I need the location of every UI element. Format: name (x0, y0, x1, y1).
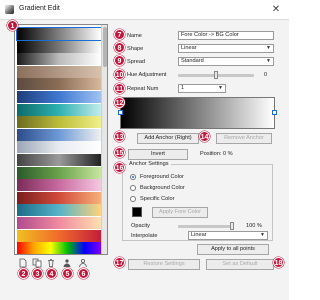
spread-value: Standard (181, 58, 204, 64)
callout-badge-4: 4 (46, 268, 57, 279)
callout-badge-12: 12 (114, 97, 125, 108)
gradient-preset-item[interactable] (17, 242, 101, 254)
shape-value: Linear (181, 45, 197, 51)
gradient-preset-item[interactable] (17, 40, 101, 53)
name-label: Name (127, 33, 142, 39)
callout-badge-16: 16 (114, 162, 125, 173)
callout-badge-9: 9 (114, 55, 125, 66)
callout-badge-17: 17 (114, 257, 125, 268)
repeat-num-label: Repeat Num (127, 86, 159, 92)
preset-toolbar (14, 257, 108, 269)
gradient-preset-item[interactable] (17, 191, 101, 204)
shape-label: Shape (127, 46, 144, 52)
gradient-preset-list[interactable] (14, 24, 108, 255)
radio-foreground-color[interactable] (130, 174, 136, 180)
gradient-app-icon (5, 5, 14, 14)
hue-adjustment-value: 0 (264, 72, 268, 78)
callout-badge-18: 18 (273, 257, 284, 268)
preset-list-scrollbar[interactable] (101, 25, 107, 254)
callout-badge-10: 10 (114, 69, 125, 80)
window-title: Gradient Edit (19, 5, 60, 12)
opacity-thumb[interactable] (230, 222, 234, 230)
gradient-preset-item[interactable] (17, 217, 101, 229)
spread-label: Spread (127, 59, 146, 65)
callout-badge-2: 2 (18, 268, 29, 279)
callout-badge-5: 5 (62, 268, 73, 279)
restore-settings-button[interactable]: Restore Settings (128, 259, 200, 270)
export-preset-icon[interactable] (78, 258, 88, 268)
gradient-preview-bar[interactable] (118, 97, 277, 129)
gradient-preset-item[interactable] (17, 128, 101, 141)
remove-anchor-button[interactable]: Remove Anchor (216, 133, 272, 144)
interpolate-select[interactable]: Linear ▼ (188, 231, 268, 240)
gradient-preset-item[interactable] (17, 229, 101, 242)
gradient-preset-item[interactable] (17, 53, 101, 66)
hue-adjustment-thumb[interactable] (214, 71, 218, 79)
gradient-preset-item[interactable] (17, 78, 101, 91)
background-color-label: Background Color (140, 185, 185, 191)
opacity-slider[interactable] (178, 225, 232, 228)
gradient-preset-item[interactable] (16, 27, 102, 41)
callout-badge-14: 14 (199, 131, 210, 142)
hue-adjustment-label: Hue Adjustment (127, 72, 167, 78)
callout-badge-1: 1 (7, 20, 18, 31)
gradient-preset-item[interactable] (17, 204, 101, 217)
repeat-num-select[interactable]: 1 ▼ (178, 84, 226, 93)
callout-badge-15: 15 (114, 147, 125, 158)
gradient-preset-item[interactable] (17, 65, 101, 78)
foreground-color-label: Foreground Color (140, 174, 184, 180)
specific-color-label: Specific Color (140, 196, 175, 202)
radio-specific-color[interactable] (130, 196, 136, 202)
gradient-preset-item[interactable] (17, 103, 101, 116)
interpolate-label: Interpolate (131, 233, 158, 239)
anchor-settings-title: Anchor Settings (127, 161, 171, 167)
shape-select[interactable]: Linear ▼ (178, 44, 274, 53)
delete-preset-icon[interactable] (46, 258, 56, 268)
chevron-down-icon: ▼ (218, 85, 223, 91)
chevron-down-icon: ▼ (266, 45, 271, 51)
chevron-down-icon: ▼ (260, 232, 265, 238)
radio-background-color[interactable] (130, 185, 136, 191)
callout-badge-13: 13 (114, 131, 125, 142)
set-as-default-button[interactable]: Set as Default (206, 259, 274, 270)
apply-fore-color-button[interactable]: Apply Fore Color (152, 207, 208, 218)
spread-select[interactable]: Standard ▼ (178, 57, 274, 66)
callout-badge-11: 11 (114, 83, 125, 94)
close-icon[interactable]: ✕ (269, 3, 283, 17)
gradient-preset-item[interactable] (17, 91, 101, 103)
opacity-label: Opacity (131, 223, 150, 229)
opacity-value: 100 % (246, 223, 262, 229)
scrollbar-thumb[interactable] (103, 27, 107, 67)
callout-badge-8: 8 (114, 42, 125, 53)
title-bar: Gradient Edit ✕ (0, 0, 289, 20)
invert-button[interactable]: Invert (128, 149, 188, 160)
import-preset-icon[interactable] (62, 258, 72, 268)
gradient-preset-item[interactable] (17, 116, 101, 129)
apply-to-all-points-button[interactable]: Apply to all points (197, 244, 269, 255)
interpolate-value: Linear (191, 232, 207, 238)
chevron-down-icon: ▼ (266, 58, 271, 64)
callout-badge-3: 3 (32, 268, 43, 279)
new-preset-icon[interactable] (18, 258, 28, 268)
repeat-num-value: 1 (181, 85, 185, 91)
specific-color-swatch[interactable] (132, 207, 142, 217)
duplicate-preset-icon[interactable] (32, 258, 42, 268)
gradient-preset-item[interactable] (17, 166, 101, 179)
anchor-end-marker[interactable] (272, 110, 277, 115)
callout-badge-7: 7 (114, 29, 125, 40)
gradient-preset-item[interactable] (17, 154, 101, 166)
anchor-start-marker[interactable] (118, 110, 123, 115)
callout-badge-6: 6 (78, 268, 89, 279)
gradient-preset-item[interactable] (17, 179, 101, 192)
gradient-edit-dialog: Gradient Edit ✕ Name Fore Color -> BG Co… (0, 0, 289, 300)
gradient-preset-item[interactable] (17, 141, 101, 154)
add-anchor-button[interactable]: Add Anchor (Right) (137, 133, 199, 144)
name-field[interactable]: Fore Color -> BG Color (178, 31, 274, 40)
position-readout: Position: 0 % (200, 151, 233, 157)
